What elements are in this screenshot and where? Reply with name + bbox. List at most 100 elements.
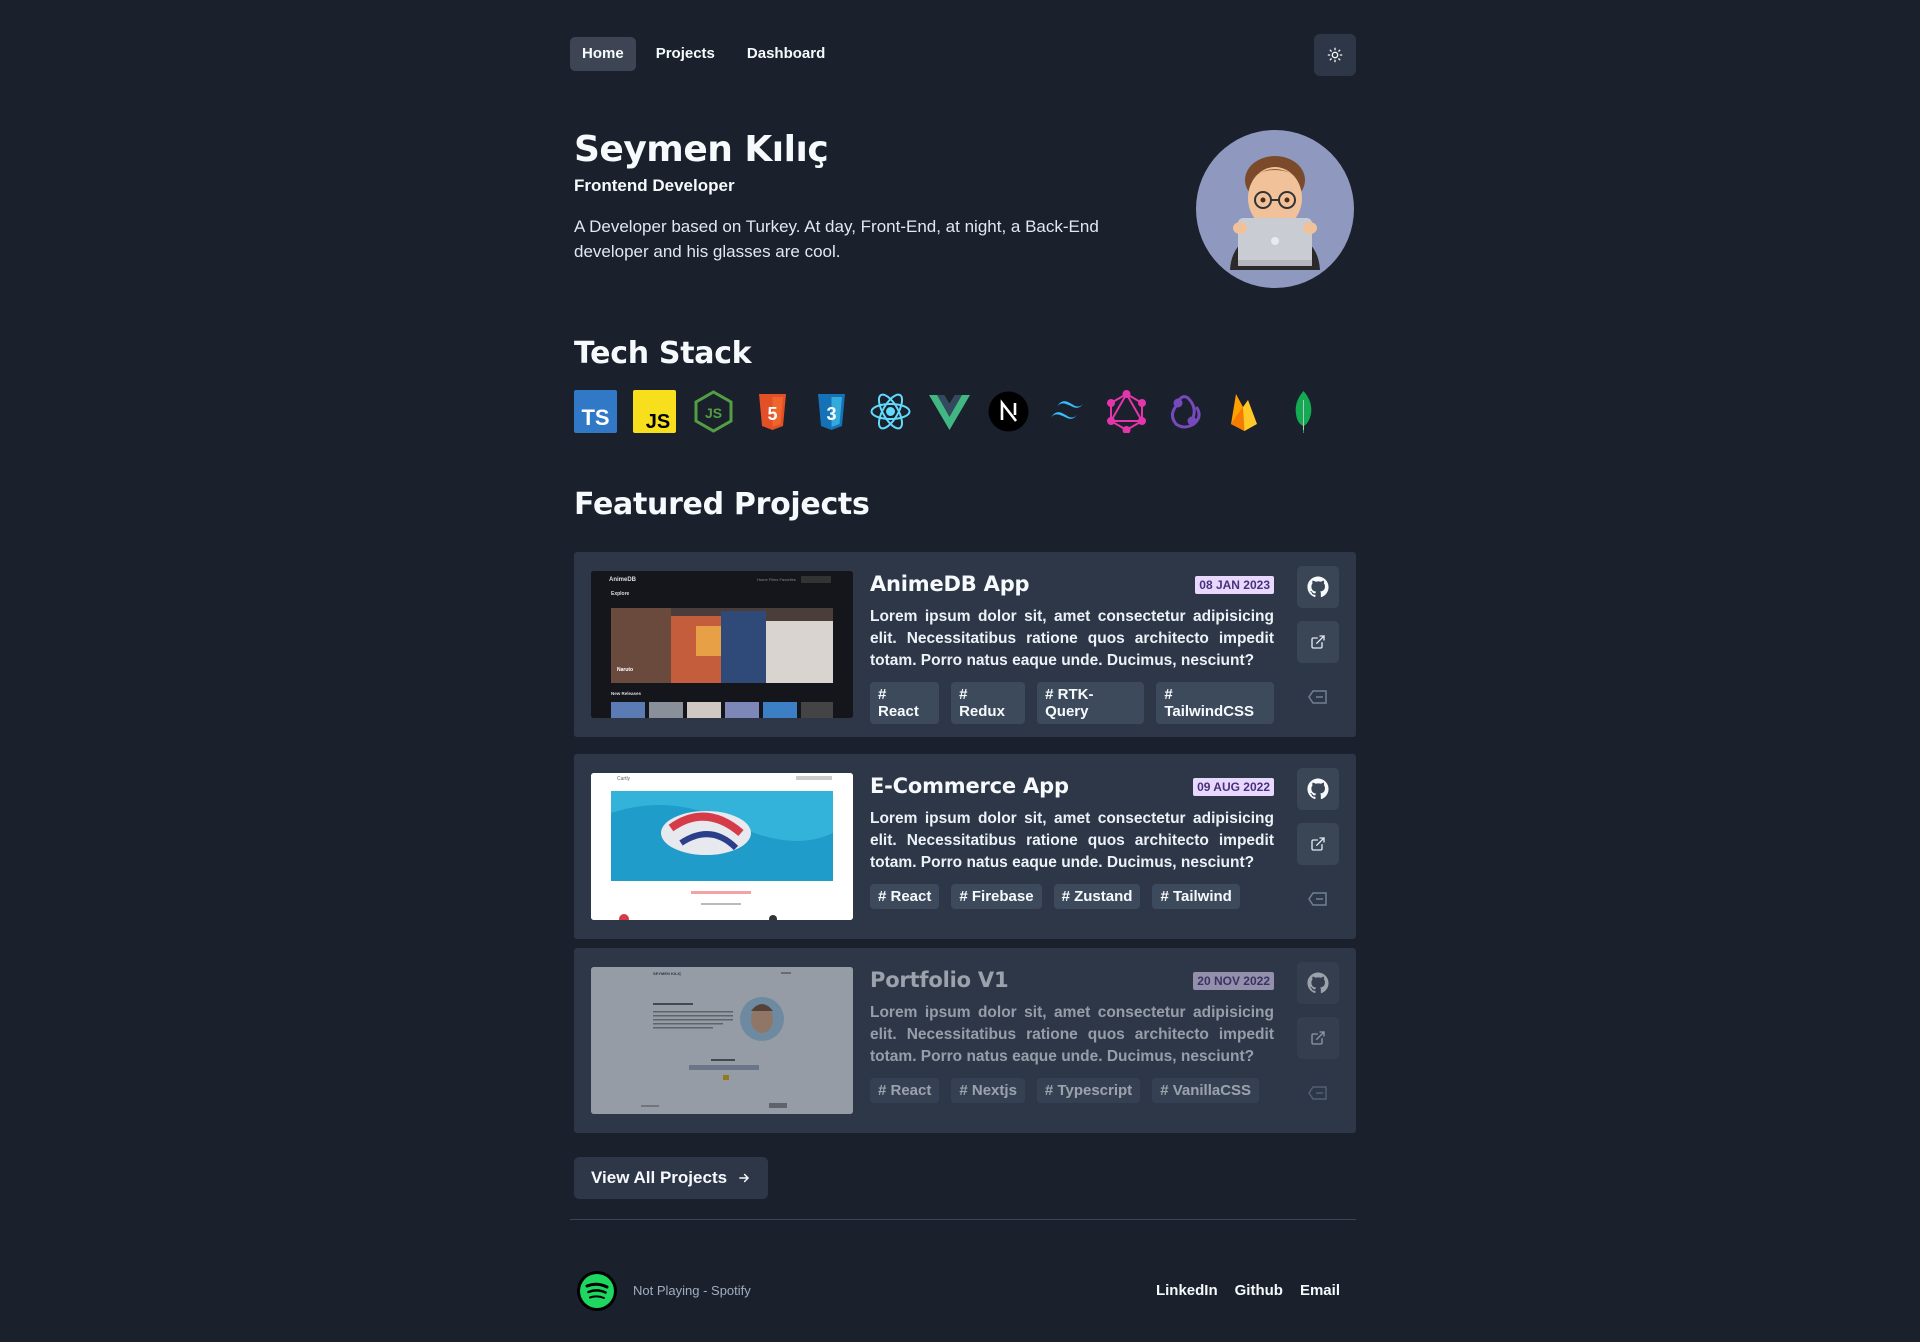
nav-link-projects[interactable]: Projects — [644, 37, 727, 71]
featured-projects-title: Featured Projects — [574, 487, 870, 522]
tag-nextjs: # Nextjs — [951, 1078, 1025, 1103]
thumb-nav: Home Films Favorites — [757, 577, 796, 582]
project-date-badge: 08 JAN 2023 — [1195, 576, 1274, 594]
thumb-caption: Naruto — [617, 667, 633, 673]
svg-text:TS: TS — [581, 405, 609, 430]
hero-section: Seymen Kılıç Frontend Developer A Develo… — [574, 128, 1354, 288]
svg-text:5: 5 — [767, 404, 777, 424]
redux-icon — [1164, 390, 1207, 433]
theme-toggle-button[interactable] — [1314, 34, 1356, 76]
project-tags: # React # Redux # RTK-Query # TailwindCS… — [870, 682, 1274, 724]
tailwindcss-icon — [1046, 390, 1089, 433]
sun-icon — [1327, 47, 1343, 63]
thumb-section: New Releases — [611, 691, 642, 696]
javascript-icon: JS — [633, 390, 676, 433]
svg-text:3: 3 — [826, 404, 836, 424]
project-description: Lorem ipsum dolor sit, amet consectetur … — [870, 1004, 1274, 1065]
project-card-portfolio[interactable]: SEYMEN KILIÇ Portfolio V1 20 NOV 2022 Lo… — [574, 948, 1356, 1133]
project-description: Lorem ipsum dolor sit, amet consectetur … — [870, 608, 1274, 669]
tag-firebase: # Firebase — [951, 884, 1042, 909]
footer-link-email[interactable]: Email — [1300, 1282, 1340, 1299]
tag-redux: # Redux — [951, 682, 1026, 724]
thumb-brand: SEYMEN KILIÇ — [653, 971, 682, 976]
tag-tailwind: # Tailwind — [1152, 884, 1240, 909]
nav-link-home[interactable]: Home — [570, 37, 636, 71]
svg-text:JS: JS — [646, 411, 670, 433]
mongodb-icon — [1282, 390, 1325, 433]
tag-tailwindcss: # TailwindCSS — [1156, 682, 1274, 724]
spotify-icon[interactable] — [577, 1271, 617, 1311]
tag-icon — [1308, 690, 1327, 704]
github-link-button[interactable] — [1297, 768, 1339, 810]
project-tags: # React # Nextjs # Typescript # VanillaC… — [870, 1078, 1274, 1103]
project-tags: # React # Firebase # Zustand # Tailwind — [870, 884, 1274, 909]
svg-text:JS: JS — [705, 405, 722, 421]
memoji-avatar-icon — [1230, 156, 1320, 270]
footer-link-linkedin[interactable]: LinkedIn — [1156, 1282, 1218, 1299]
arrow-right-icon — [739, 1173, 750, 1183]
project-body: AnimeDB App 08 JAN 2023 Lorem ipsum dolo… — [870, 570, 1274, 724]
github-link-button[interactable] — [1297, 566, 1339, 608]
nextjs-icon — [987, 390, 1030, 433]
typescript-icon: TS — [574, 390, 617, 433]
nav-link-dashboard[interactable]: Dashboard — [735, 37, 837, 71]
html5-icon: 5 — [751, 390, 794, 433]
external-link-icon — [1311, 1031, 1325, 1045]
tag-vanillacss: # VanillaCSS — [1152, 1078, 1260, 1103]
graphql-icon — [1105, 390, 1148, 433]
external-link-icon — [1311, 635, 1325, 649]
footer: Not Playing - Spotify LinkedIn Github Em… — [570, 1268, 1356, 1314]
now-playing-status: Not Playing - Spotify — [633, 1283, 751, 1298]
github-icon — [1307, 778, 1329, 800]
footer-links: LinkedIn Github Email — [1156, 1282, 1340, 1299]
external-link-button[interactable] — [1297, 823, 1339, 865]
tag-button[interactable] — [1297, 878, 1339, 920]
tag-button[interactable] — [1297, 676, 1339, 718]
project-card-animedb[interactable]: AnimeDB Home Films Favorites Explore Nar… — [574, 552, 1356, 737]
external-link-button[interactable] — [1297, 621, 1339, 663]
view-all-projects-button[interactable]: View All Projects — [574, 1157, 769, 1199]
css3-icon: 3 — [810, 390, 853, 433]
tag-rtk-query: # RTK-Query — [1037, 682, 1145, 724]
project-thumbnail[interactable]: AnimeDB Home Films Favorites Explore Nar… — [591, 571, 853, 718]
project-actions — [1297, 768, 1339, 920]
nodejs-icon: JS — [692, 390, 735, 433]
nav-links: Home Projects Dashboard — [570, 37, 837, 71]
view-all-label: View All Projects — [591, 1168, 728, 1187]
project-thumbnail[interactable]: Cartly — [591, 773, 853, 920]
project-actions — [1297, 566, 1339, 718]
top-nav: Home Projects Dashboard — [570, 34, 1356, 76]
footer-link-github[interactable]: Github — [1235, 1282, 1283, 1299]
hero-bio: A Developer based on Turkey. At day, Fro… — [574, 217, 1099, 261]
project-date-badge: 20 NOV 2022 — [1193, 972, 1274, 990]
tag-button[interactable] — [1297, 1072, 1339, 1114]
thumb-brand: AnimeDB — [609, 577, 637, 583]
avatar — [1196, 130, 1354, 288]
tag-zustand: # Zustand — [1053, 884, 1141, 909]
tech-stack-list: TS JS JS 5 3 — [574, 390, 1325, 433]
react-icon — [869, 390, 912, 433]
external-link-icon — [1311, 837, 1325, 851]
tag-icon — [1308, 1086, 1327, 1100]
tech-stack-title: Tech Stack — [574, 336, 752, 371]
project-body: Portfolio V1 20 NOV 2022 Lorem ipsum dol… — [870, 966, 1274, 1103]
tag-icon — [1308, 892, 1327, 906]
project-thumbnail[interactable]: SEYMEN KILIÇ — [591, 967, 853, 1114]
project-actions — [1297, 962, 1339, 1114]
tag-react: # React — [870, 682, 940, 724]
footer-divider — [570, 1219, 1356, 1220]
github-link-button[interactable] — [1297, 962, 1339, 1004]
external-link-button[interactable] — [1297, 1017, 1339, 1059]
thumb-heading: Explore — [611, 591, 630, 597]
tag-react: # React — [870, 1078, 940, 1103]
thumb-brand: Cartly — [617, 776, 631, 782]
project-date-badge: 09 AUG 2022 — [1193, 778, 1274, 796]
firebase-icon — [1223, 390, 1266, 433]
project-body: E-Commerce App 09 AUG 2022 Lorem ipsum d… — [870, 772, 1274, 909]
vue-icon — [928, 390, 971, 433]
project-description: Lorem ipsum dolor sit, amet consectetur … — [870, 810, 1274, 871]
github-icon — [1307, 972, 1329, 994]
github-icon — [1307, 576, 1329, 598]
tag-typescript: # Typescript — [1036, 1078, 1141, 1103]
project-card-ecommerce[interactable]: Cartly E-Commerce App 09 AUG 2022 Lorem … — [574, 754, 1356, 939]
